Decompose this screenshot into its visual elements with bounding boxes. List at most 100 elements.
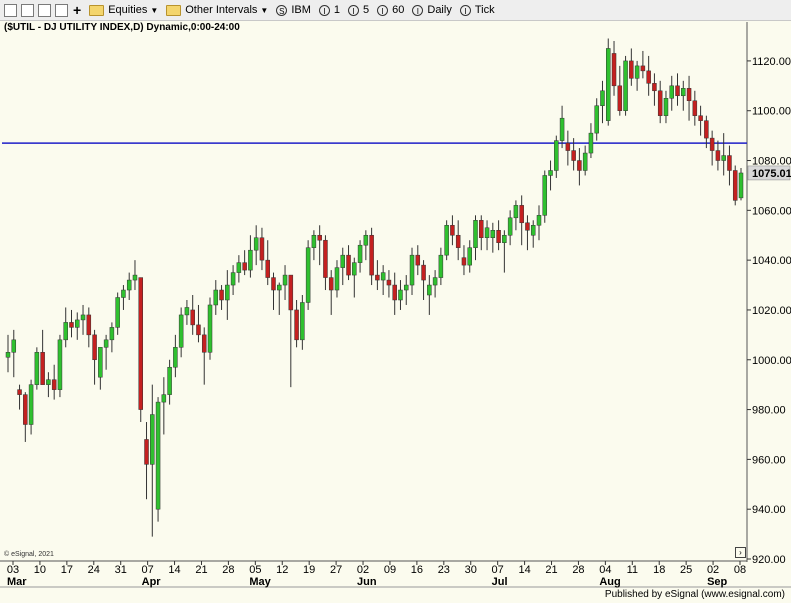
- month-label: Jun: [357, 576, 377, 588]
- candle-body: [617, 85, 623, 111]
- x-tick-label: 12: [276, 564, 288, 576]
- candle-body: [126, 279, 132, 291]
- candle-body: [311, 234, 317, 248]
- candle-body: [219, 289, 224, 301]
- candle-body: [709, 137, 715, 151]
- scroll-right-icon[interactable]: ›: [735, 547, 746, 558]
- candle-body: [421, 264, 426, 281]
- candle-body: [398, 289, 403, 301]
- candle-body: [46, 379, 51, 385]
- candle-body: [230, 272, 236, 286]
- candle-body: [623, 60, 628, 111]
- candle-body: [455, 234, 461, 248]
- month-label: Aug: [599, 576, 620, 588]
- candle-body: [681, 88, 686, 97]
- candle-body: [594, 105, 599, 134]
- candle-body: [380, 272, 386, 281]
- candle-body: [305, 247, 311, 303]
- candle-body: [86, 314, 92, 336]
- month-label: Sep: [707, 576, 727, 588]
- candle-body: [323, 239, 328, 278]
- candle-body: [375, 274, 380, 281]
- x-tick-label: 11: [627, 564, 638, 576]
- x-tick-label: 02: [707, 564, 719, 576]
- x-tick-label: 14: [518, 564, 530, 576]
- x-tick-label: 04: [599, 564, 611, 576]
- candle-body: [334, 267, 340, 291]
- candle-body: [484, 227, 490, 238]
- candle-body: [242, 262, 247, 271]
- candle-body: [288, 274, 294, 311]
- candle-body: [652, 83, 657, 92]
- candle-body: [732, 170, 738, 201]
- month-label: Jul: [492, 576, 508, 588]
- candle-body: [201, 334, 207, 353]
- candle-body: [328, 277, 334, 291]
- candle-body: [427, 284, 432, 296]
- candle-body: [444, 225, 449, 256]
- x-tick-label: 07: [142, 564, 154, 576]
- candle-body: [98, 347, 103, 378]
- x-tick-label: 07: [492, 564, 504, 576]
- candle-body: [559, 117, 565, 141]
- candle-body: [190, 309, 195, 326]
- candle-body: [40, 352, 45, 385]
- y-tick-label: 1020.00: [752, 305, 791, 317]
- y-tick-label: 960.00: [752, 454, 786, 466]
- candle-body: [698, 115, 703, 121]
- candle-body: [132, 274, 138, 281]
- candle-body: [461, 257, 467, 266]
- x-tick-label: 28: [222, 564, 234, 576]
- candle-body: [196, 324, 201, 336]
- candle-body: [669, 85, 674, 99]
- candle-body: [352, 262, 357, 276]
- x-tick-label: 17: [61, 564, 73, 576]
- candle-body: [542, 175, 548, 216]
- candle-body: [473, 220, 478, 248]
- candle-body: [225, 284, 230, 301]
- month-label: Mar: [7, 576, 27, 588]
- candle-body: [115, 297, 120, 328]
- candle-body: [103, 339, 109, 348]
- candle-body: [155, 401, 161, 510]
- candle-body: [663, 98, 669, 116]
- candle-body: [675, 85, 680, 97]
- candle-body: [294, 309, 299, 341]
- y-tick-label: 1040.00: [752, 255, 791, 267]
- candle-body: [63, 322, 68, 341]
- month-label: Apr: [142, 576, 162, 588]
- candle-body: [438, 254, 444, 278]
- x-tick-label: 03: [7, 564, 19, 576]
- candle-body: [150, 414, 155, 465]
- candle-body: [502, 234, 507, 243]
- last-price-label: 1075.01: [752, 168, 791, 180]
- candle-body: [582, 152, 588, 171]
- candle-body: [17, 389, 22, 395]
- candle-body: [588, 132, 594, 154]
- candle-body: [57, 339, 63, 390]
- x-tick-label: 19: [303, 564, 315, 576]
- candle-body: [640, 65, 646, 72]
- candle-body: [507, 217, 513, 236]
- candle-body: [11, 339, 17, 353]
- x-tick-label: 02: [357, 564, 369, 576]
- candle-body: [692, 100, 698, 116]
- y-tick-label: 920.00: [752, 554, 786, 566]
- candle-body: [346, 254, 351, 276]
- y-tick-label: 1120.00: [752, 56, 791, 68]
- candle-body: [686, 88, 692, 102]
- x-tick-label: 09: [384, 564, 396, 576]
- x-tick-label: 05: [249, 564, 261, 576]
- candle-body: [704, 120, 709, 139]
- candle-body: [92, 334, 97, 361]
- x-tick-label: 23: [438, 564, 450, 576]
- candle-body: [496, 230, 501, 243]
- candlestick-chart[interactable]: 920.00 940.00 960.00 980.00 1000.00 1020.00 10…: [0, 0, 791, 603]
- candle-body: [571, 150, 576, 161]
- candle-body: [738, 172, 744, 199]
- chart-window: + Equities ▼ Other Intervals ▼ S IBM I 1…: [0, 0, 791, 603]
- candle-body: [490, 230, 496, 238]
- candle-body: [530, 225, 536, 236]
- y-tick-label: 1060.00: [752, 205, 791, 217]
- x-tick-label: 21: [545, 564, 557, 576]
